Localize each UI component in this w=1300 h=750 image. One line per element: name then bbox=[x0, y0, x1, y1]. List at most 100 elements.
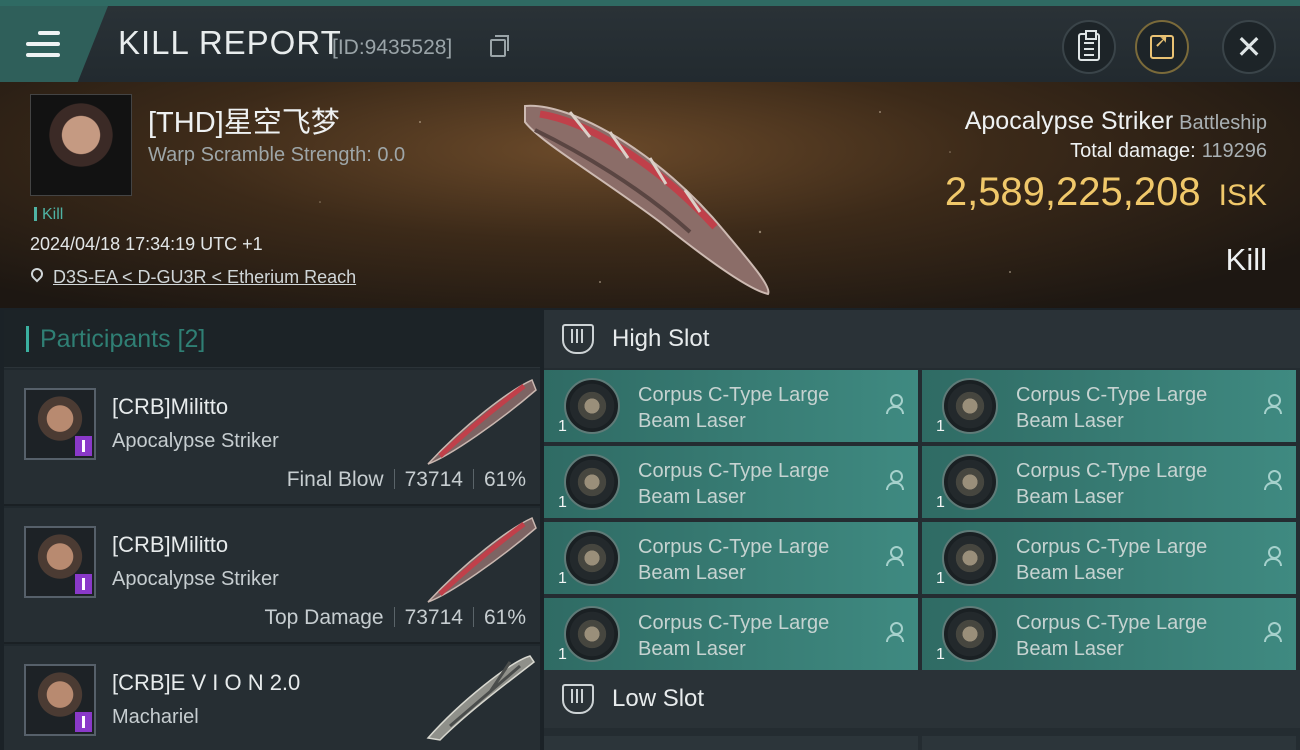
participant-name[interactable]: [CRB]Militto bbox=[112, 394, 228, 420]
warp-scramble-strength: Warp Scramble Strength: 0.0 bbox=[148, 144, 406, 166]
divider bbox=[393, 469, 395, 489]
participants-panel: Participants [2] [CRB]Militto Apocalypse … bbox=[4, 310, 540, 750]
person-icon[interactable] bbox=[886, 470, 904, 492]
module-card[interactable]: 1 Corpus C-Type Large Beam Laser bbox=[922, 598, 1296, 670]
module-name: Corpus C-Type Large Beam Laser bbox=[638, 536, 830, 584]
person-icon[interactable] bbox=[886, 546, 904, 568]
report-id: [ID:9435528] bbox=[332, 36, 453, 59]
participant-percent: 61% bbox=[483, 606, 526, 629]
total-damage-value: 119296 bbox=[1201, 140, 1267, 162]
participant-tag: Final Blow bbox=[286, 468, 384, 491]
top-bar: KILL REPORT [ID:9435528] ✕ bbox=[0, 0, 1300, 82]
fitting-panel: High Slot 1 Corpus C-Type Large Beam Lase… bbox=[544, 310, 1300, 750]
menu-icon bbox=[26, 31, 60, 57]
high-slot-title: High Slot bbox=[612, 325, 710, 352]
low-slot-module-partial[interactable] bbox=[544, 736, 918, 750]
divider bbox=[393, 607, 395, 627]
victim-ship-image bbox=[524, 104, 770, 296]
participant-portrait[interactable] bbox=[24, 526, 96, 598]
participant-ship: Apocalypse Striker bbox=[112, 568, 279, 590]
total-damage-label: Total damage: bbox=[1070, 140, 1196, 162]
low-slot-icon bbox=[562, 684, 594, 714]
module-quantity: 1 bbox=[558, 418, 567, 435]
victim-panel: [THD]星空飞梦 Warp Scramble Strength: 0.0 Ki… bbox=[0, 82, 1300, 308]
person-icon[interactable] bbox=[1264, 622, 1282, 644]
laser-module-icon bbox=[942, 530, 998, 586]
clipboard-button[interactable] bbox=[1062, 20, 1116, 74]
participant-row[interactable]: [CRB]Militto Apocalypse Striker Top Damage… bbox=[4, 508, 540, 644]
person-icon[interactable] bbox=[1264, 470, 1282, 492]
participant-portrait[interactable] bbox=[24, 388, 96, 460]
laser-module-icon bbox=[564, 530, 620, 586]
participant-row[interactable]: [CRB]E V I O N 2.0 Machariel bbox=[4, 646, 540, 750]
kill-timestamp: 2024/04/18 17:34:19 UTC +1 bbox=[30, 234, 263, 254]
person-icon[interactable] bbox=[886, 394, 904, 416]
laser-module-icon bbox=[564, 606, 620, 662]
participant-portrait[interactable] bbox=[24, 664, 96, 736]
participant-damage: 73714 bbox=[404, 468, 463, 491]
module-card[interactable]: 1 Corpus C-Type Large Beam Laser bbox=[544, 522, 918, 594]
participant-ship: Apocalypse Striker bbox=[112, 430, 279, 452]
participant-name[interactable]: [CRB]E V I O N 2.0 bbox=[112, 670, 300, 696]
module-card[interactable]: 1 Corpus C-Type Large Beam Laser bbox=[922, 522, 1296, 594]
module-quantity: 1 bbox=[558, 494, 567, 511]
laser-module-icon bbox=[942, 606, 998, 662]
divider bbox=[472, 469, 474, 489]
participant-ship-image bbox=[426, 655, 536, 741]
module-name: Corpus C-Type Large Beam Laser bbox=[1016, 460, 1208, 508]
victim-portrait[interactable] bbox=[30, 94, 132, 196]
page-title: KILL REPORT bbox=[118, 24, 342, 61]
victim-ship: Apocalypse Striker Battleship bbox=[965, 107, 1267, 136]
module-card[interactable]: 1 Corpus C-Type Large Beam Laser bbox=[922, 446, 1296, 518]
module-name: Corpus C-Type Large Beam Laser bbox=[1016, 536, 1208, 584]
module-quantity: 1 bbox=[936, 570, 945, 587]
person-icon[interactable] bbox=[1264, 546, 1282, 568]
high-slot-header: High Slot bbox=[544, 310, 1300, 368]
module-card[interactable]: 1 Corpus C-Type Large Beam Laser bbox=[544, 370, 918, 442]
location-link[interactable]: D3S-EA < D-GU3R < Etherium Reach bbox=[53, 267, 356, 288]
participant-stats: Top Damage 73714 61% bbox=[264, 606, 526, 630]
participant-ship-image bbox=[427, 378, 537, 465]
pilot-badge-icon bbox=[75, 712, 92, 732]
laser-module-icon bbox=[564, 454, 620, 510]
low-slot-title: Low Slot bbox=[612, 685, 705, 712]
isk-amount: 2,589,225,208 bbox=[944, 170, 1201, 214]
victim-pilot-name[interactable]: [THD]星空飞梦 bbox=[148, 99, 340, 141]
participant-ship-image bbox=[427, 516, 537, 603]
laser-module-icon bbox=[942, 454, 998, 510]
close-button[interactable]: ✕ bbox=[1222, 20, 1276, 74]
laser-module-icon bbox=[564, 378, 620, 434]
module-card[interactable]: 1 Corpus C-Type Large Beam Laser bbox=[922, 370, 1296, 442]
participant-tag: Top Damage bbox=[264, 606, 384, 629]
copy-icon[interactable] bbox=[490, 35, 509, 57]
participant-row[interactable]: [CRB]Militto Apocalypse Striker Final Blow… bbox=[4, 370, 540, 506]
module-quantity: 1 bbox=[936, 418, 945, 435]
person-icon[interactable] bbox=[1264, 394, 1282, 416]
low-slot-module-partial[interactable] bbox=[922, 736, 1296, 750]
outcome-label: Kill bbox=[1225, 242, 1267, 277]
divider bbox=[472, 607, 474, 627]
module-name: Corpus C-Type Large Beam Laser bbox=[638, 612, 830, 660]
module-card[interactable]: 1 Corpus C-Type Large Beam Laser bbox=[544, 598, 918, 670]
participant-ship: Machariel bbox=[112, 706, 199, 728]
share-icon bbox=[1150, 31, 1174, 59]
clipboard-icon bbox=[1078, 30, 1100, 61]
share-button[interactable] bbox=[1135, 20, 1189, 74]
module-name: Corpus C-Type Large Beam Laser bbox=[638, 384, 830, 432]
close-icon: ✕ bbox=[1235, 28, 1263, 66]
module-card[interactable]: 1 Corpus C-Type Large Beam Laser bbox=[544, 446, 918, 518]
module-quantity: 1 bbox=[558, 570, 567, 587]
module-name: Corpus C-Type Large Beam Laser bbox=[1016, 612, 1208, 660]
participant-name[interactable]: [CRB]Militto bbox=[112, 532, 228, 558]
module-quantity: 1 bbox=[936, 646, 945, 663]
victim-ship-class: Battleship bbox=[1179, 112, 1267, 134]
victim-ship-name[interactable]: Apocalypse Striker bbox=[965, 107, 1173, 135]
person-icon[interactable] bbox=[886, 622, 904, 644]
participant-stats: Final Blow 73714 61% bbox=[287, 468, 526, 492]
low-slot-header: Low Slot bbox=[544, 670, 1300, 728]
laser-module-icon bbox=[942, 378, 998, 434]
menu-button[interactable] bbox=[0, 6, 108, 82]
module-name: Corpus C-Type Large Beam Laser bbox=[1016, 384, 1208, 432]
isk-unit: ISK bbox=[1218, 179, 1267, 212]
isk-value: 2,589,225,208 ISK bbox=[945, 170, 1267, 215]
